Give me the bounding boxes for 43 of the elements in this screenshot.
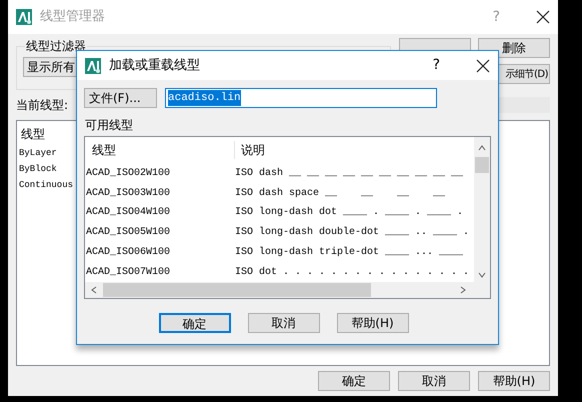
scroll-left-icon[interactable] — [91, 286, 97, 294]
linetype-name[interactable]: ACAD_ISO04W100 — [85, 205, 235, 220]
close-icon[interactable] — [536, 10, 550, 24]
current-linetype-label: 当前线型: — [16, 97, 70, 114]
dialog-button[interactable]: 取消 — [398, 371, 470, 391]
file-field[interactable]: acadiso.lin — [165, 88, 437, 108]
close-icon[interactable] — [476, 58, 490, 72]
help-button[interactable]: ? — [432, 55, 440, 76]
dialog-button[interactable]: 确定 — [158, 313, 230, 333]
linetype-description: ISO dash space __ __ __ __ — [235, 186, 446, 200]
app-icon — [85, 58, 101, 74]
vertical-scrollbar[interactable] — [474, 137, 490, 282]
app-icon — [16, 9, 32, 25]
list-row[interactable]: ByLayer — [19, 147, 57, 163]
linetype-description: ISO long-dash double-dot ____ .. ____ . — [235, 226, 470, 240]
list-row[interactable]: ByBlock — [19, 163, 57, 179]
column-header: 线型 — [20, 126, 45, 143]
list-row[interactable]: Continuous — [19, 179, 74, 195]
linetype-description: ISO dash __ __ __ __ __ __ __ __ __ __ — [235, 166, 464, 181]
linetype-name[interactable]: ACAD_ISO07W100 — [85, 264, 235, 280]
scroll-thumb[interactable] — [475, 157, 489, 173]
linetype-description: ISO dot . . . . . . . . . . . . . . . . — [235, 266, 470, 280]
linetype-description: ISO long-dash dot ____ . ____ . ____ . — [235, 206, 464, 220]
window-title: 线型管理器 — [40, 8, 106, 26]
linetype-name[interactable]: ACAD_ISO05W100 — [85, 225, 235, 240]
linetype-name[interactable]: ACAD_ISO02W100 — [85, 166, 235, 181]
scroll-up-icon[interactable] — [478, 145, 486, 151]
dialog-button[interactable]: 取消 — [248, 313, 320, 333]
dialog-button[interactable]: 帮助(H) — [478, 371, 550, 391]
column-header[interactable]: 说明 — [235, 141, 265, 160]
dialog-button[interactable]: 帮助(H) — [336, 313, 408, 333]
horizontal-scrollbar[interactable] — [85, 282, 490, 298]
list-label: 可用线型 — [84, 117, 134, 134]
dialog-button[interactable]: 确定 — [318, 371, 390, 391]
scroll-right-icon[interactable] — [460, 286, 466, 294]
scroll-thumb[interactable] — [103, 283, 371, 297]
linetype-name[interactable]: ACAD_ISO06W100 — [85, 244, 235, 260]
file-value: acadiso.lin — [168, 90, 241, 106]
column-header[interactable]: 线型 — [85, 141, 235, 160]
linetype-description: ISO long-dash triple-dot ____ ... ____ — [235, 246, 464, 260]
dialog-button[interactable]: 文件(F)... — [84, 88, 157, 108]
scroll-down-icon[interactable] — [478, 272, 486, 278]
linetype-name[interactable]: ACAD_ISO03W100 — [85, 186, 235, 200]
